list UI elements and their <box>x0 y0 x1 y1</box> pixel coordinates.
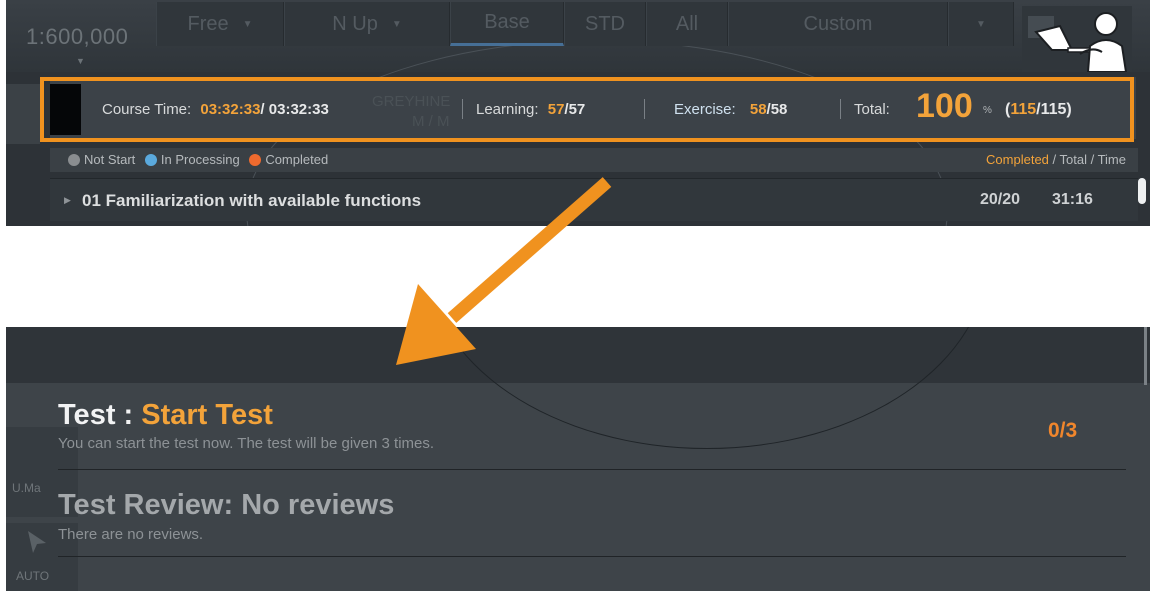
legend-completed: Completed <box>249 152 328 167</box>
test-panel: U.Ma AUTO Test : Start Test You can star… <box>6 327 1150 591</box>
cursor-arrow-icon <box>28 531 46 553</box>
custom-dropdown-button[interactable]: ▼ <box>948 2 1014 46</box>
blue-dot-icon <box>144 154 157 166</box>
toolbar-button-free[interactable]: Free ▼ <box>156 2 284 46</box>
map-scale[interactable]: 1:600,000 <box>26 24 128 50</box>
scrollbar-track[interactable] <box>1144 327 1147 385</box>
toolbar-button-base[interactable]: Base <box>450 2 564 46</box>
grey-dot-icon <box>68 154 80 166</box>
test-attempt-count: 0/3 <box>1048 419 1078 442</box>
toolbar-button-custom[interactable]: Custom <box>728 2 948 46</box>
module-count: 20/20 <box>980 191 1021 208</box>
test-heading: Test : Start Test <box>58 399 273 431</box>
status-legend: Not Start In Processing Completed Comple… <box>50 148 1138 172</box>
map-tool-label: AUTO <box>16 569 50 583</box>
toolbar-button-std[interactable]: STD <box>564 2 646 46</box>
test-review-description: There are no reviews. <box>58 526 204 543</box>
expand-caret-icon[interactable]: ▶ <box>64 195 71 206</box>
course-progress-panel: 1:600,000 ▼ Free ▼ N Up ▼ Base STD All Cus… <box>6 0 1150 226</box>
chevron-down-icon: ▼ <box>242 18 253 30</box>
legend-in-processing: In Processing <box>144 152 240 167</box>
chevron-down-icon: ▼ <box>391 18 402 30</box>
orange-dot-icon <box>249 154 262 166</box>
map-tool-label: U.Ma <box>12 481 41 495</box>
learner-at-laptop-icon[interactable] <box>1022 6 1132 72</box>
test-description: You can start the test now. The test wil… <box>58 435 435 452</box>
toolbar-button-n-up[interactable]: N Up ▼ <box>284 2 450 46</box>
scrollbar-thumb[interactable] <box>1138 178 1146 204</box>
module-title: 01 Familiarization with available functi… <box>82 191 422 210</box>
legend-not-start: Not Start <box>68 152 135 167</box>
column-legend: Completed / Total / Time <box>986 152 1126 167</box>
divider <box>58 556 1126 557</box>
chevron-down-icon: ▼ <box>976 18 986 30</box>
divider <box>58 469 1126 470</box>
module-time: 31:16 <box>1052 191 1093 208</box>
chevron-down-icon[interactable]: ▼ <box>76 56 85 66</box>
map-contour-line <box>426 327 988 449</box>
module-row[interactable]: ▶ 01 Familiarization with available func… <box>50 178 1138 221</box>
highlight-frame <box>40 77 1134 142</box>
start-test-link[interactable]: Start Test <box>141 399 273 431</box>
toolbar-button-all[interactable]: All <box>646 2 728 46</box>
test-review-heading: Test Review: No reviews <box>58 489 395 521</box>
side-panel-tab[interactable] <box>6 84 40 144</box>
